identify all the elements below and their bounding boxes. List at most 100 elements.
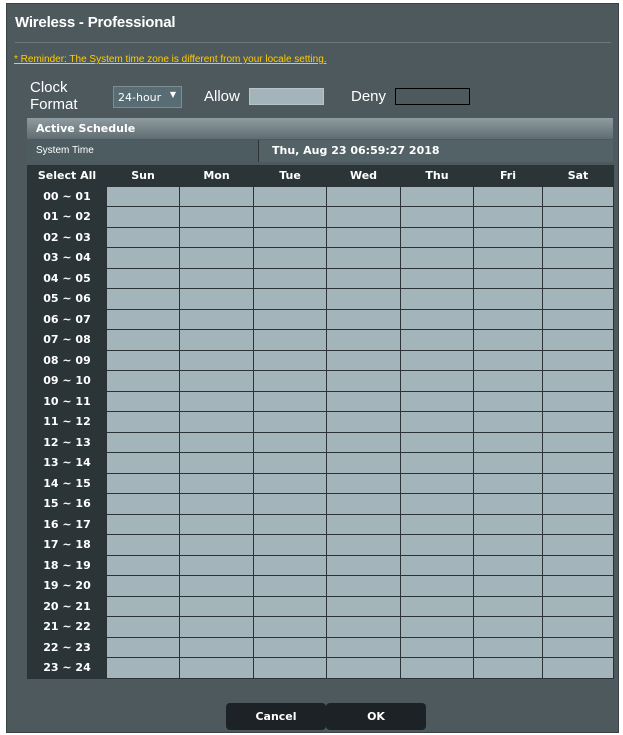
schedule-cell-thu[interactable] [400,370,474,392]
schedule-cell-thu[interactable] [400,431,474,453]
schedule-cell-wed[interactable] [326,452,401,474]
clock-format-select[interactable]: 24-hour ▼ [113,86,182,108]
schedule-cell-wed[interactable] [326,247,401,269]
hour-label[interactable]: 19 ~ 20 [27,575,107,597]
hour-label[interactable]: 13 ~ 14 [27,452,107,474]
schedule-cell-sun[interactable] [106,308,180,330]
schedule-cell-tue[interactable] [253,308,327,330]
schedule-cell-sun[interactable] [106,595,180,617]
schedule-cell-thu[interactable] [400,554,474,576]
schedule-cell-sun[interactable] [106,472,180,494]
schedule-cell-thu[interactable] [400,657,474,679]
schedule-cell-fri[interactable] [473,595,543,617]
schedule-cell-fri[interactable] [473,411,543,433]
schedule-cell-sun[interactable] [106,636,180,658]
schedule-cell-thu[interactable] [400,493,474,515]
schedule-cell-sun[interactable] [106,288,180,310]
schedule-cell-mon[interactable] [179,349,254,371]
schedule-cell-fri[interactable] [473,390,543,412]
schedule-cell-sat[interactable] [542,329,614,351]
schedule-cell-fri[interactable] [473,206,543,228]
schedule-cell-thu[interactable] [400,247,474,269]
schedule-cell-sat[interactable] [542,370,614,392]
schedule-cell-sun[interactable] [106,616,180,638]
schedule-cell-tue[interactable] [253,616,327,638]
schedule-cell-sun[interactable] [106,554,180,576]
day-header-mon[interactable]: Mon [179,165,254,187]
schedule-cell-tue[interactable] [253,370,327,392]
schedule-cell-tue[interactable] [253,472,327,494]
schedule-cell-sat[interactable] [542,185,614,207]
hour-label[interactable]: 18 ~ 19 [27,554,107,576]
schedule-cell-sat[interactable] [542,657,614,679]
schedule-cell-sat[interactable] [542,206,614,228]
schedule-cell-fri[interactable] [473,636,543,658]
schedule-cell-sun[interactable] [106,534,180,556]
schedule-cell-wed[interactable] [326,370,401,392]
schedule-cell-fri[interactable] [473,657,543,679]
schedule-cell-thu[interactable] [400,349,474,371]
schedule-cell-sat[interactable] [542,431,614,453]
schedule-cell-fri[interactable] [473,575,543,597]
hour-label[interactable]: 17 ~ 18 [27,534,107,556]
schedule-cell-sun[interactable] [106,431,180,453]
hour-label[interactable]: 00 ~ 01 [27,185,107,207]
hour-label[interactable]: 08 ~ 09 [27,349,107,371]
hour-label[interactable]: 15 ~ 16 [27,493,107,515]
schedule-cell-wed[interactable] [326,329,401,351]
schedule-cell-mon[interactable] [179,247,254,269]
schedule-cell-sun[interactable] [106,452,180,474]
select-all-button[interactable]: Select All [27,165,107,187]
schedule-cell-sat[interactable] [542,267,614,289]
hour-label[interactable]: 11 ~ 12 [27,411,107,433]
schedule-cell-fri[interactable] [473,288,543,310]
schedule-cell-sun[interactable] [106,267,180,289]
schedule-cell-fri[interactable] [473,534,543,556]
schedule-cell-sat[interactable] [542,308,614,330]
schedule-cell-sat[interactable] [542,349,614,371]
schedule-cell-sun[interactable] [106,575,180,597]
hour-label[interactable]: 10 ~ 11 [27,390,107,412]
schedule-cell-tue[interactable] [253,206,327,228]
schedule-cell-sat[interactable] [542,288,614,310]
hour-label[interactable]: 16 ~ 17 [27,513,107,535]
hour-label[interactable]: 05 ~ 06 [27,288,107,310]
schedule-cell-sun[interactable] [106,185,180,207]
schedule-cell-thu[interactable] [400,472,474,494]
schedule-cell-wed[interactable] [326,472,401,494]
schedule-cell-wed[interactable] [326,390,401,412]
schedule-cell-wed[interactable] [326,226,401,248]
schedule-cell-tue[interactable] [253,595,327,617]
schedule-cell-fri[interactable] [473,349,543,371]
schedule-cell-tue[interactable] [253,452,327,474]
schedule-cell-mon[interactable] [179,288,254,310]
schedule-cell-sat[interactable] [542,226,614,248]
schedule-cell-sun[interactable] [106,513,180,535]
hour-label[interactable]: 06 ~ 07 [27,308,107,330]
schedule-cell-sat[interactable] [542,554,614,576]
schedule-cell-sat[interactable] [542,493,614,515]
schedule-cell-sat[interactable] [542,534,614,556]
schedule-cell-tue[interactable] [253,534,327,556]
schedule-cell-fri[interactable] [473,370,543,392]
schedule-cell-thu[interactable] [400,185,474,207]
schedule-cell-wed[interactable] [326,636,401,658]
schedule-cell-mon[interactable] [179,472,254,494]
schedule-cell-fri[interactable] [473,513,543,535]
ok-button[interactable]: OK [326,703,426,730]
schedule-cell-wed[interactable] [326,595,401,617]
schedule-cell-tue[interactable] [253,247,327,269]
schedule-cell-mon[interactable] [179,513,254,535]
schedule-cell-mon[interactable] [179,411,254,433]
schedule-cell-fri[interactable] [473,247,543,269]
schedule-cell-mon[interactable] [179,595,254,617]
day-header-thu[interactable]: Thu [400,165,474,187]
schedule-cell-wed[interactable] [326,411,401,433]
schedule-cell-mon[interactable] [179,308,254,330]
schedule-cell-thu[interactable] [400,308,474,330]
schedule-cell-wed[interactable] [326,288,401,310]
schedule-cell-tue[interactable] [253,411,327,433]
cancel-button[interactable]: Cancel [226,703,326,730]
schedule-cell-wed[interactable] [326,554,401,576]
schedule-cell-thu[interactable] [400,513,474,535]
